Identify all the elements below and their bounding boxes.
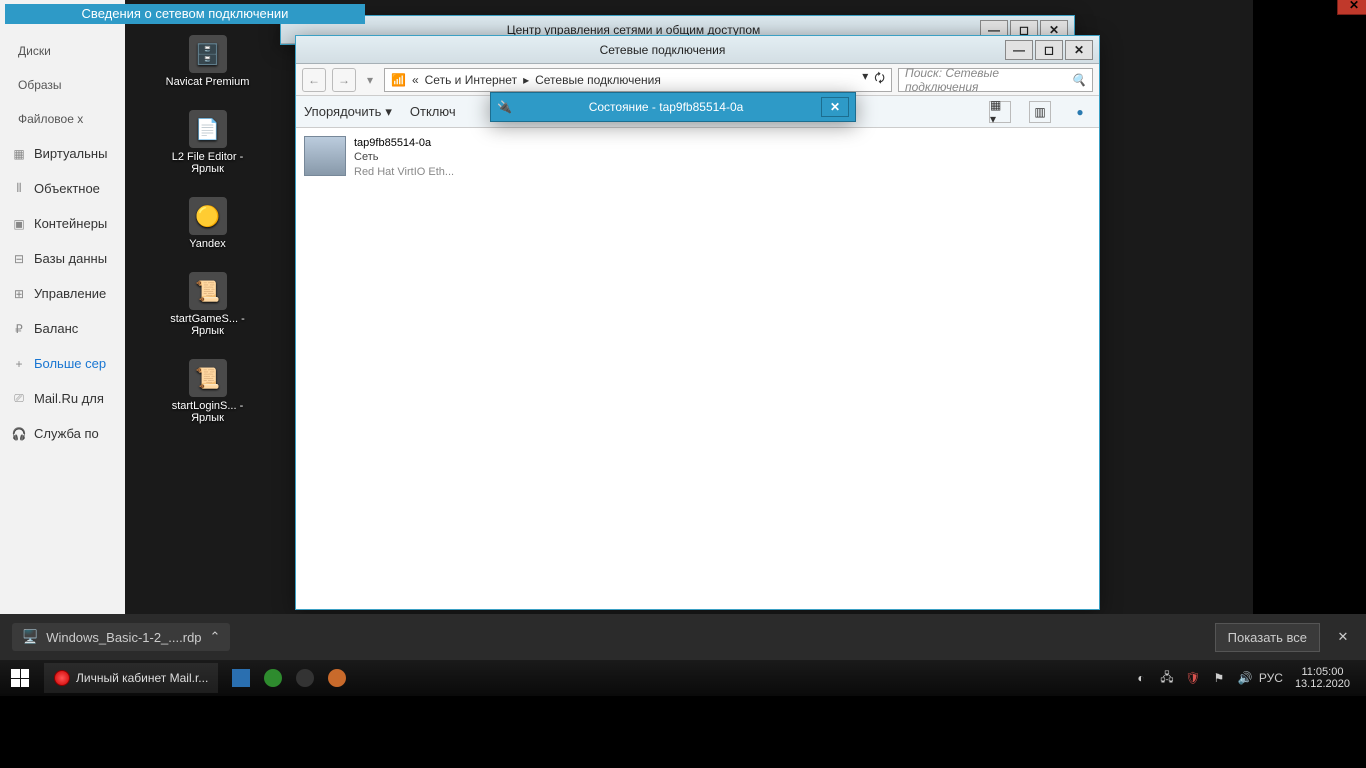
nav-back-button[interactable]: ← bbox=[302, 68, 326, 92]
window-adapter-status: 🔌 Состояние - tap9fb85514-0a ✕ bbox=[490, 92, 856, 122]
sidebar-item-icon: ▦ bbox=[12, 147, 26, 161]
organize-menu[interactable]: Упорядочить ▾ bbox=[304, 104, 392, 120]
sidebar-item[interactable]: ▦Виртуальны bbox=[0, 136, 125, 171]
sidebar-item-icon: 🎧 bbox=[12, 427, 26, 441]
folder-icon: 📶 bbox=[391, 73, 406, 87]
desktop-icon[interactable]: 📜startLoginS... - Ярлык bbox=[165, 359, 250, 424]
close-button[interactable]: ✕ bbox=[1065, 40, 1093, 60]
close-download-bar-button[interactable]: ✕ bbox=[1332, 626, 1354, 648]
sidebar-item-icon: ⊟ bbox=[12, 252, 26, 266]
dialog-title: Сведения о сетевом подключении bbox=[5, 4, 365, 24]
sidebar-item[interactable]: ▣Контейнеры bbox=[0, 206, 125, 241]
download-bar: 🖥️ Windows_Basic-1-2_....rdp ⌃ Показать … bbox=[0, 614, 1366, 660]
tray-security-icon[interactable]: 🛡 bbox=[1185, 670, 1201, 686]
sidebar-item-icon: ⦀ bbox=[12, 182, 26, 196]
minimize-button[interactable]: — bbox=[1005, 40, 1033, 60]
app-icon: 📜 bbox=[189, 272, 227, 310]
sidebar-item[interactable]: ₽Баланс bbox=[0, 311, 125, 346]
app-icon: 📜 bbox=[189, 359, 227, 397]
adapter-icon bbox=[304, 136, 346, 176]
maximize-button[interactable]: ◻ bbox=[1035, 40, 1063, 60]
help-icon[interactable]: ● bbox=[1069, 101, 1091, 123]
view-mode-button[interactable]: ▦ ▾ bbox=[989, 101, 1011, 123]
sidebar-item-icon: + bbox=[12, 357, 26, 371]
app-icon: 🟡 bbox=[189, 197, 227, 235]
app-icon: 🗄️ bbox=[189, 35, 227, 73]
sidebar-item-icon: ⊞ bbox=[12, 287, 26, 301]
sidebar-item[interactable]: ⊞Управление bbox=[0, 276, 125, 311]
nav-forward-button[interactable]: → bbox=[332, 68, 356, 92]
desktop-icon[interactable]: 📜startGameS... - Ярлык bbox=[165, 272, 250, 337]
sidebar-item[interactable]: 🎧Служба по bbox=[0, 416, 125, 451]
window-title: Состояние - tap9fb85514-0a bbox=[511, 100, 821, 114]
chevron-up-icon[interactable]: ⌃ bbox=[210, 629, 221, 645]
tray-volume-icon[interactable]: 🔊 bbox=[1237, 670, 1253, 686]
sidebar-item[interactable]: +Больше сер bbox=[0, 346, 125, 381]
pinned-apps bbox=[232, 669, 346, 687]
sidebar-item-icon: ₽ bbox=[12, 322, 26, 336]
network-adapter-item[interactable]: tap9fb85514-0a Сеть Red Hat VirtIO Eth..… bbox=[304, 136, 464, 179]
tray-icon-1[interactable]: ◐ bbox=[1133, 670, 1149, 686]
disable-button[interactable]: Отключ bbox=[410, 104, 456, 119]
taskbar: Личный кабинет Mail.r... ◐ 🖧 🛡 ⚑ 🔊 РУС 1… bbox=[0, 660, 1366, 696]
app-icon: 📄 bbox=[189, 110, 227, 148]
window-buttons: — ◻ ✕ bbox=[1005, 40, 1093, 60]
dropdown-icon[interactable]: ▾ bbox=[862, 69, 868, 90]
download-item[interactable]: 🖥️ Windows_Basic-1-2_....rdp ⌃ bbox=[12, 623, 230, 651]
pinned-app-3[interactable] bbox=[296, 669, 314, 687]
desktop-icons: 🗄️Navicat Premium 📄L2 File Editor - Ярлык… bbox=[165, 35, 250, 424]
tray-language[interactable]: РУС bbox=[1263, 670, 1279, 686]
breadcrumb-path[interactable]: 📶 « Сеть и Интернет ▸ Сетевые подключени… bbox=[384, 68, 892, 92]
tray-network-icon[interactable]: 🖧 bbox=[1159, 670, 1175, 686]
desktop-icon[interactable]: 🟡Yandex bbox=[165, 197, 250, 250]
adapter-name: tap9fb85514-0a bbox=[354, 136, 464, 150]
desktop-icon[interactable]: 📄L2 File Editor - Ярлык bbox=[165, 110, 250, 175]
adapter-driver: Red Hat VirtIO Eth... bbox=[354, 165, 464, 179]
adapters-area: tap9fb85514-0a Сеть Red Hat VirtIO Eth..… bbox=[296, 128, 1099, 608]
cloud-sidebar: РезервноеДискиОбразыФайловое х▦Виртуальн… bbox=[0, 0, 125, 614]
window-title: Сетевые подключения bbox=[320, 43, 1005, 57]
file-icon: 🖥️ bbox=[22, 629, 38, 645]
sidebar-item-icon: ⎚ bbox=[12, 392, 26, 406]
refresh-icon[interactable]: 🗘 bbox=[874, 69, 885, 90]
sidebar-item[interactable]: Образы bbox=[0, 68, 125, 102]
start-button[interactable] bbox=[0, 660, 40, 696]
nav-dropdown-button[interactable]: ▾ bbox=[362, 68, 378, 92]
sidebar-item-icon: ▣ bbox=[12, 217, 26, 231]
search-icon: 🔍 bbox=[1071, 73, 1086, 87]
taskbar-clock[interactable]: 11:05:00 13.12.2020 bbox=[1289, 666, 1356, 690]
sidebar-item[interactable]: Файловое х bbox=[0, 102, 125, 136]
sidebar-item[interactable]: ⊟Базы данны bbox=[0, 241, 125, 276]
close-button[interactable]: ✕ bbox=[821, 97, 849, 117]
pinned-app-1[interactable] bbox=[232, 669, 250, 687]
adapter-status: Сеть bbox=[354, 150, 464, 164]
sidebar-item[interactable]: Диски bbox=[0, 34, 125, 68]
taskbar-chrome[interactable]: Личный кабинет Mail.r... bbox=[44, 663, 218, 693]
windows-logo-icon bbox=[11, 669, 29, 687]
preview-pane-button[interactable]: ▥ bbox=[1029, 101, 1051, 123]
search-input[interactable]: Поиск: Сетевые подключения 🔍 bbox=[898, 68, 1093, 92]
system-tray: ◐ 🖧 🛡 ⚑ 🔊 РУС 11:05:00 13.12.2020 bbox=[1123, 666, 1366, 690]
dialog-close-button[interactable]: ✕ bbox=[1337, 0, 1366, 15]
chrome-icon bbox=[54, 670, 70, 686]
pinned-app-2[interactable] bbox=[264, 669, 282, 687]
desktop-icon[interactable]: 🗄️Navicat Premium bbox=[165, 35, 250, 88]
show-all-downloads-button[interactable]: Показать все bbox=[1215, 623, 1320, 652]
pinned-app-4[interactable] bbox=[328, 669, 346, 687]
tray-action-center-icon[interactable]: ⚑ bbox=[1211, 670, 1227, 686]
sidebar-item[interactable]: ⦀Объектное bbox=[0, 171, 125, 206]
sidebar-item[interactable]: ⎚Mail.Ru для bbox=[0, 381, 125, 416]
